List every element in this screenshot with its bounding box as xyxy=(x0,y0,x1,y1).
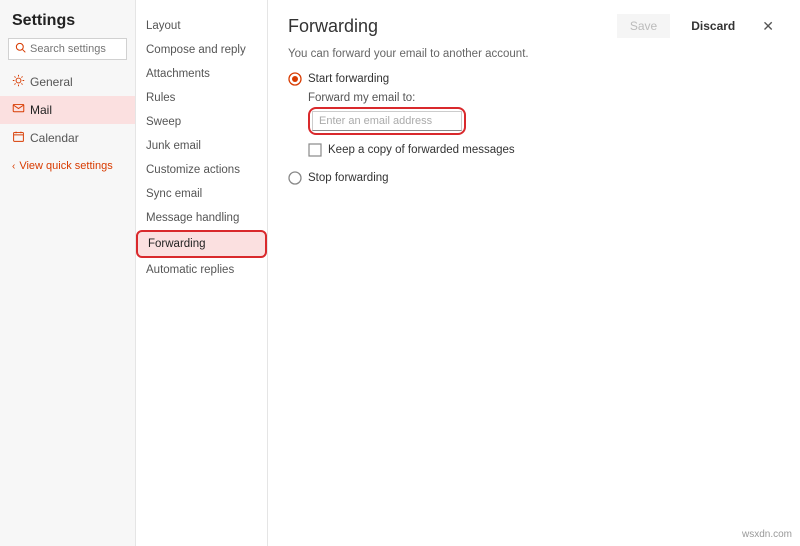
start-forwarding-option[interactable]: Start forwarding xyxy=(288,72,780,86)
calendar-icon xyxy=(12,130,30,146)
search-settings-input[interactable] xyxy=(8,38,127,60)
forward-email-input[interactable] xyxy=(312,111,462,131)
discard-button[interactable]: Discard xyxy=(678,14,748,38)
subnav-item-attachments[interactable]: Attachments xyxy=(136,62,267,86)
close-button[interactable]: ✕ xyxy=(756,16,780,37)
start-forwarding-label: Start forwarding xyxy=(308,73,389,85)
settings-title: Settings xyxy=(0,8,135,38)
sidebar-item-label: Mail xyxy=(30,103,52,117)
subnav-item-autoreplies[interactable]: Automatic replies xyxy=(136,258,267,282)
subnav-item-layout[interactable]: Layout xyxy=(136,14,267,38)
save-button: Save xyxy=(617,14,670,38)
forward-to-label: Forward my email to: xyxy=(308,92,780,104)
subnav-item-sync[interactable]: Sync email xyxy=(136,182,267,206)
stop-forwarding-option[interactable]: Stop forwarding xyxy=(288,171,780,185)
quick-settings-label: View quick settings xyxy=(19,160,112,172)
subnav-item-sweep[interactable]: Sweep xyxy=(136,110,267,134)
sidebar-item-general[interactable]: General xyxy=(0,68,135,96)
sidebar-item-calendar[interactable]: Calendar xyxy=(0,124,135,152)
chevron-left-icon: ‹ xyxy=(12,161,15,172)
subnav-item-junk[interactable]: Junk email xyxy=(136,134,267,158)
sidebar-item-mail[interactable]: Mail xyxy=(0,96,135,124)
keep-copy-label: Keep a copy of forwarded messages xyxy=(328,144,515,156)
main-content: Forwarding Save Discard ✕ You can forwar… xyxy=(268,0,800,546)
keep-copy-option[interactable]: Keep a copy of forwarded messages xyxy=(308,143,780,157)
search-icon xyxy=(15,42,26,56)
header-actions: Save Discard ✕ xyxy=(617,14,780,38)
gear-icon xyxy=(12,74,30,90)
sidebar-item-label: Calendar xyxy=(30,131,79,145)
subnav-item-forwarding[interactable]: Forwarding xyxy=(136,230,267,258)
subnav-item-compose[interactable]: Compose and reply xyxy=(136,38,267,62)
checkbox-unchecked-icon xyxy=(308,143,322,157)
sidebar-item-label: General xyxy=(30,75,73,89)
radio-selected-icon xyxy=(288,72,302,86)
mail-icon xyxy=(12,102,30,118)
mail-subnav: Layout Compose and reply Attachments Rul… xyxy=(136,0,268,546)
forwarding-description: You can forward your email to another ac… xyxy=(288,48,780,60)
attribution-text: wsxdn.com xyxy=(742,529,792,540)
page-title: Forwarding xyxy=(288,16,378,37)
email-input-highlight xyxy=(308,107,466,135)
radio-unselected-icon xyxy=(288,171,302,185)
subnav-item-rules[interactable]: Rules xyxy=(136,86,267,110)
subnav-item-handling[interactable]: Message handling xyxy=(136,206,267,230)
settings-sidebar: Settings General Mail Cale xyxy=(0,0,136,546)
view-quick-settings-link[interactable]: ‹ View quick settings xyxy=(0,152,135,180)
subnav-item-customize[interactable]: Customize actions xyxy=(136,158,267,182)
stop-forwarding-label: Stop forwarding xyxy=(308,172,389,184)
